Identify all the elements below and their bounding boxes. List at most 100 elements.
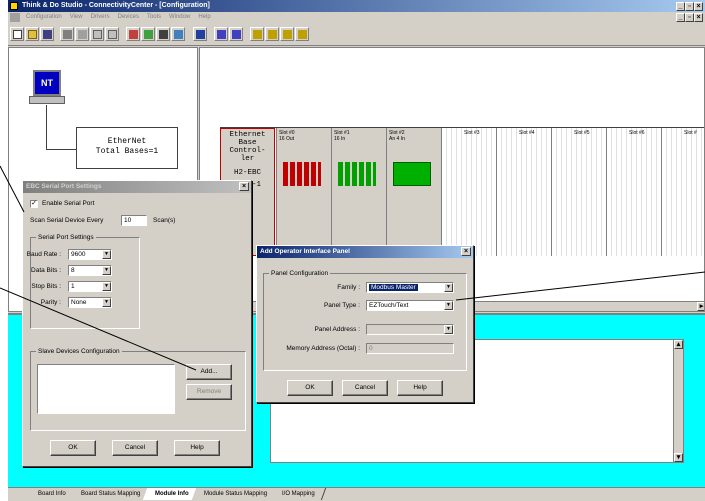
scroll-right-arrow-icon[interactable]: ▸ xyxy=(697,302,704,311)
ebc-dialog-titlebar: EBC Serial Port Settings × xyxy=(23,181,251,193)
parity-select[interactable]: None ▼ xyxy=(68,297,112,308)
tree-connector xyxy=(46,105,47,150)
slot-5[interactable]: Slot #5 xyxy=(551,128,606,256)
panel-address-label: Panel Address : xyxy=(314,326,360,333)
slot-2[interactable]: Slot #2 An 4 In xyxy=(386,128,441,256)
slot-7[interactable]: Slot # xyxy=(661,128,704,256)
oip-cancel-button[interactable]: Cancel xyxy=(342,380,388,396)
module-info-vertical-scrollbar[interactable]: ▴ ▾ xyxy=(673,340,683,462)
close-button[interactable]: × xyxy=(694,2,703,11)
add-slave-button[interactable]: Add... xyxy=(186,364,232,380)
chevron-down-icon[interactable]: ▼ xyxy=(444,301,453,310)
ebc-help-button[interactable]: Help xyxy=(174,440,220,456)
scan-every-input[interactable]: 10 xyxy=(121,215,147,226)
tool-button-10[interactable] xyxy=(156,27,170,41)
panel-configuration-title: Panel Configuration xyxy=(269,269,331,278)
family-label: Family : xyxy=(337,284,360,291)
help-button[interactable] xyxy=(193,27,207,41)
ethernet-node[interactable]: EtherNet Total Bases=1 xyxy=(76,127,178,169)
slot-3[interactable]: Slot #3 xyxy=(441,128,496,256)
ebc-ok-button[interactable]: OK xyxy=(50,440,96,456)
remove-slave-button[interactable]: Remove xyxy=(186,384,232,400)
serial-port-settings-title: Serial Port Settings xyxy=(36,233,96,242)
slot-3-name: Slot #3 xyxy=(464,130,480,136)
tool-button-13[interactable] xyxy=(214,27,228,41)
close-icon[interactable]: × xyxy=(239,182,249,191)
tab-io-mapping[interactable]: I/O Mapping xyxy=(269,488,326,500)
new-button[interactable] xyxy=(10,27,24,41)
menu-window[interactable]: Window xyxy=(165,12,194,23)
data-bits-select[interactable]: 8 ▼ xyxy=(68,265,112,276)
mdi-close-button[interactable]: × xyxy=(694,13,703,22)
slot-1[interactable]: Slot #1 16 In xyxy=(331,128,386,256)
chevron-down-icon[interactable]: ▼ xyxy=(102,298,111,307)
tool-button-6[interactable] xyxy=(90,27,104,41)
menu-view[interactable]: View xyxy=(66,12,87,23)
restore-button[interactable]: ▫ xyxy=(685,2,694,11)
menu-devices[interactable]: Devices xyxy=(114,12,143,23)
rack-icon xyxy=(253,30,262,39)
chevron-down-icon[interactable]: ▼ xyxy=(444,325,453,334)
module-icon xyxy=(159,30,168,39)
mdi-minimize-button[interactable]: _ xyxy=(676,13,685,22)
tool-button-8[interactable] xyxy=(126,27,140,41)
oip-ok-button[interactable]: OK xyxy=(287,380,333,396)
chevron-down-icon[interactable]: ▼ xyxy=(102,250,111,259)
save-button[interactable] xyxy=(40,27,54,41)
panel-configuration-group: Panel Configuration Family : Modbus Mast… xyxy=(263,269,467,371)
slot-4[interactable]: Slot #4 xyxy=(496,128,551,256)
chevron-down-icon[interactable]: ▼ xyxy=(102,266,111,275)
slot-0[interactable]: Slot #0 16 Out xyxy=(276,128,331,256)
panel-address-select[interactable]: ▼ xyxy=(366,324,454,335)
print-button[interactable] xyxy=(60,27,74,41)
menu-tools[interactable]: Tools xyxy=(143,12,165,23)
memory-address-input[interactable]: 0 xyxy=(366,343,454,354)
input-led-bank xyxy=(338,162,376,186)
close-icon[interactable]: × xyxy=(461,247,471,256)
slot-6[interactable]: Slot #6 xyxy=(606,128,661,256)
nt-computer-icon[interactable]: NT xyxy=(33,70,61,96)
controller-line4: ler xyxy=(240,155,255,163)
oip-dialog-titlebar: Add Operator Interface Panel × xyxy=(257,246,473,258)
slave-devices-list[interactable] xyxy=(37,364,175,414)
menu-drivers[interactable]: Drivers xyxy=(87,12,114,23)
baud-rate-select[interactable]: 9600 ▼ xyxy=(68,249,112,260)
enable-serial-port-checkbox[interactable]: ✓ xyxy=(30,200,38,208)
scroll-up-arrow-icon[interactable]: ▴ xyxy=(674,340,683,349)
tab-module-status-mapping[interactable]: Module Status Mapping xyxy=(191,488,278,500)
chevron-down-icon[interactable]: ▼ xyxy=(444,283,453,292)
tool-button-17[interactable] xyxy=(280,27,294,41)
minimize-button[interactable]: _ xyxy=(676,2,685,11)
tool-button-11[interactable] xyxy=(171,27,185,41)
menu-help[interactable]: Help xyxy=(194,12,214,23)
add-operator-panel-dialog: Add Operator Interface Panel × Panel Con… xyxy=(256,245,474,403)
tool-button-9[interactable] xyxy=(141,27,155,41)
memory-address-label: Memory Address (Octal) : xyxy=(286,345,360,352)
scroll-down-arrow-icon[interactable]: ▾ xyxy=(674,453,683,462)
tab-label: Board Status Mapping xyxy=(80,491,141,497)
mdi-restore-button[interactable]: ▫ xyxy=(685,13,694,22)
tool-button-18[interactable] xyxy=(295,27,309,41)
tool-button-16[interactable] xyxy=(265,27,279,41)
output-led-bank xyxy=(283,162,321,186)
tool-button-5[interactable] xyxy=(75,27,89,41)
open-button[interactable] xyxy=(25,27,39,41)
ebc-cancel-button[interactable]: Cancel xyxy=(112,440,158,456)
chevron-down-icon[interactable]: ▼ xyxy=(102,282,111,291)
slot-2-desc: An 4 In xyxy=(389,136,405,142)
tool-button-14[interactable] xyxy=(229,27,243,41)
tool-button-7[interactable] xyxy=(105,27,119,41)
panel-type-select[interactable]: EZTouch/Text ▼ xyxy=(366,300,454,311)
tool-button-15[interactable] xyxy=(250,27,264,41)
new-file-icon xyxy=(13,30,22,39)
document-icon[interactable] xyxy=(10,13,20,22)
analog-input-block xyxy=(393,162,431,186)
tab-board-status-mapping[interactable]: Board Status Mapping xyxy=(68,488,152,500)
stop-bits-select[interactable]: 1 ▼ xyxy=(68,281,112,292)
oip-help-button[interactable]: Help xyxy=(397,380,443,396)
stop-bits-label: Stop Bits : xyxy=(31,283,61,290)
family-select[interactable]: Modbus Master ▼ xyxy=(366,282,454,293)
menu-configuration[interactable]: Configuration xyxy=(22,12,66,23)
app-titlebar: Think & Do Studio - ConnectivityCenter -… xyxy=(8,0,705,12)
rack-icon xyxy=(283,30,292,39)
